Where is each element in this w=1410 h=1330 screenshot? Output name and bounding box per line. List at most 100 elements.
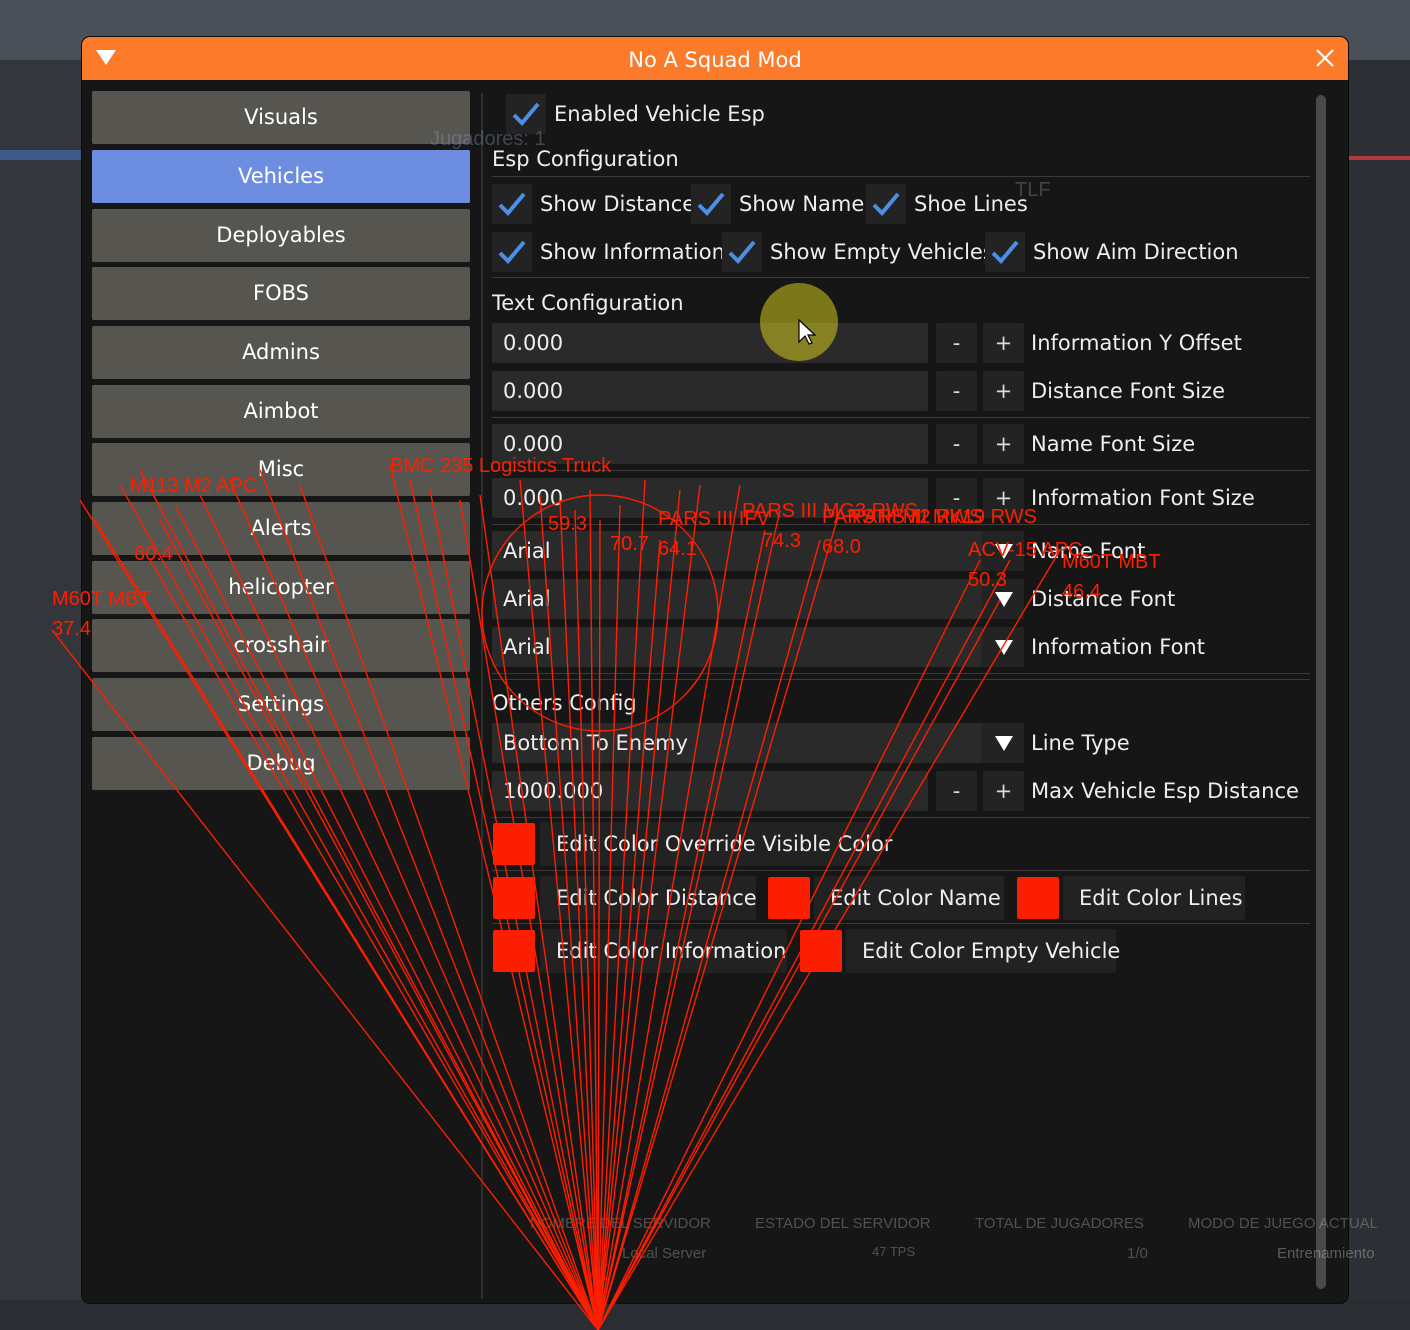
checkbox-label: Show Empty Vehicles [770,240,994,264]
checkbox-box[interactable] [506,94,546,134]
close-icon[interactable] [1312,45,1338,71]
separator [492,870,1310,871]
check-icon [512,102,540,126]
distance-font-combo[interactable]: Arial [492,579,1024,619]
separator [492,679,1310,680]
button-label: Edit Color Name [830,886,1001,910]
combo-value: Arial [503,635,551,659]
checkbox-box[interactable] [866,184,906,224]
decrement-button[interactable]: - [936,478,977,518]
dropdown-arrow-icon[interactable] [982,627,1024,667]
sidebar-item-misc[interactable]: Misc [92,443,470,496]
check-icon [728,240,756,264]
sidebar-item-admins[interactable]: Admins [92,326,470,379]
information-color-swatch[interactable] [493,930,535,972]
lines-color-swatch[interactable] [1017,877,1059,919]
sidebar-item-debug[interactable]: Debug [92,737,470,790]
sidebar-item-fobs[interactable]: FOBS [92,267,470,320]
edit-color-information-button[interactable]: Edit Color Information [540,929,787,973]
checkbox-box[interactable] [722,232,762,272]
increment-button[interactable]: + [983,478,1024,518]
name-font-combo[interactable]: Arial [492,531,1024,571]
combo-value: Bottom To Enemy [503,731,688,755]
separator [492,524,1310,525]
sidebar-item-helicopter[interactable]: helicopter [92,561,470,614]
check-icon [498,240,526,264]
checkbox-label: Shoe Lines [914,192,1028,216]
mouse-pointer-icon [798,318,817,345]
separator [492,817,1310,818]
dropdown-arrow-icon[interactable] [982,531,1024,571]
game-background-right [1348,60,1410,1330]
override-visible-color-swatch[interactable] [493,823,535,865]
decrement-button[interactable]: - [936,323,977,363]
information-y-offset-input[interactable]: 0.000 [492,323,928,363]
mod-window: No A Squad Mod Visuals Vehicles Deployab… [82,37,1348,1303]
name-color-swatch[interactable] [768,877,810,919]
button-label: Edit Color Empty Vehicle [862,939,1121,963]
distance-font-label: Distance Font [1031,587,1176,611]
sidebar-item-vehicles[interactable]: Vehicles [92,150,470,203]
information-font-size-input[interactable]: 0.000 [492,478,928,518]
edit-color-lines-button[interactable]: Edit Color Lines [1063,876,1245,920]
dropdown-arrow-icon[interactable] [982,723,1024,763]
button-label: Edit Color Override Visible Color [556,832,893,856]
edit-color-override-visible-button[interactable]: Edit Color Override Visible Color [540,822,892,866]
checkbox-box[interactable] [492,184,532,224]
dropdown-arrow-icon[interactable] [982,579,1024,619]
edit-color-name-button[interactable]: Edit Color Name [814,876,1004,920]
sidebar-item-alerts[interactable]: Alerts [92,502,470,555]
max-vehicle-esp-distance-input[interactable]: 1000.000 [492,771,928,811]
sidebar-item-crosshair[interactable]: crosshair [92,619,470,672]
checkbox-label: Enabled Vehicle Esp [554,102,765,126]
name-font-size-label: Name Font Size [1031,432,1196,456]
increment-button[interactable]: + [983,424,1024,464]
separator [492,923,1310,924]
increment-button[interactable]: + [983,771,1024,811]
check-icon [991,240,1019,264]
checkbox-label: Show Name [739,192,865,216]
sidebar-item-deployables[interactable]: Deployables [92,209,470,262]
edit-color-empty-vehicle-button[interactable]: Edit Color Empty Vehicle [846,929,1120,973]
increment-button[interactable]: + [983,371,1024,411]
button-label: Edit Color Information [556,939,787,963]
distance-font-size-label: Distance Font Size [1031,379,1226,403]
distance-font-size-input[interactable]: 0.000 [492,371,928,411]
background-stripe-red [1348,156,1410,160]
separator [492,470,1310,471]
distance-color-swatch[interactable] [493,877,535,919]
information-font-combo[interactable]: Arial [492,627,1024,667]
increment-button[interactable]: + [983,323,1024,363]
background-stripe [0,150,82,160]
checkbox-box[interactable] [985,232,1025,272]
text-configuration-heading: Text Configuration [492,291,684,315]
sidebar-item-settings[interactable]: Settings [92,678,470,731]
scrollbar[interactable] [1316,95,1326,1289]
sidebar-item-visuals[interactable]: Visuals [92,91,470,144]
game-background-left [0,60,82,1330]
max-vehicle-esp-distance-label: Max Vehicle Esp Distance [1031,779,1299,803]
button-label: Edit Color Distance [556,886,757,910]
information-font-size-label: Information Font Size [1031,486,1255,510]
edit-color-distance-button[interactable]: Edit Color Distance [540,876,757,920]
decrement-button[interactable]: - [936,424,977,464]
decrement-button[interactable]: - [936,771,977,811]
information-font-label: Information Font [1031,635,1205,659]
separator [492,277,1310,278]
separator [492,176,1310,177]
line-type-combo[interactable]: Bottom To Enemy [492,723,1024,763]
checkbox-label: Show Aim Direction [1033,240,1239,264]
decrement-button[interactable]: - [936,371,977,411]
checkbox-label: Show Information [540,240,725,264]
line-type-label: Line Type [1031,731,1130,755]
sidebar-item-aimbot[interactable]: Aimbot [92,385,470,438]
empty-vehicle-color-swatch[interactable] [800,930,842,972]
window-title: No A Squad Mod [628,48,802,72]
checkbox-box[interactable] [691,184,731,224]
name-font-size-input[interactable]: 0.000 [492,424,928,464]
checkbox-label: Show Distance [540,192,696,216]
checkbox-box[interactable] [492,232,532,272]
button-label: Edit Color Lines [1079,886,1243,910]
title-bar[interactable]: No A Squad Mod [82,37,1348,80]
combo-value: Arial [503,587,551,611]
